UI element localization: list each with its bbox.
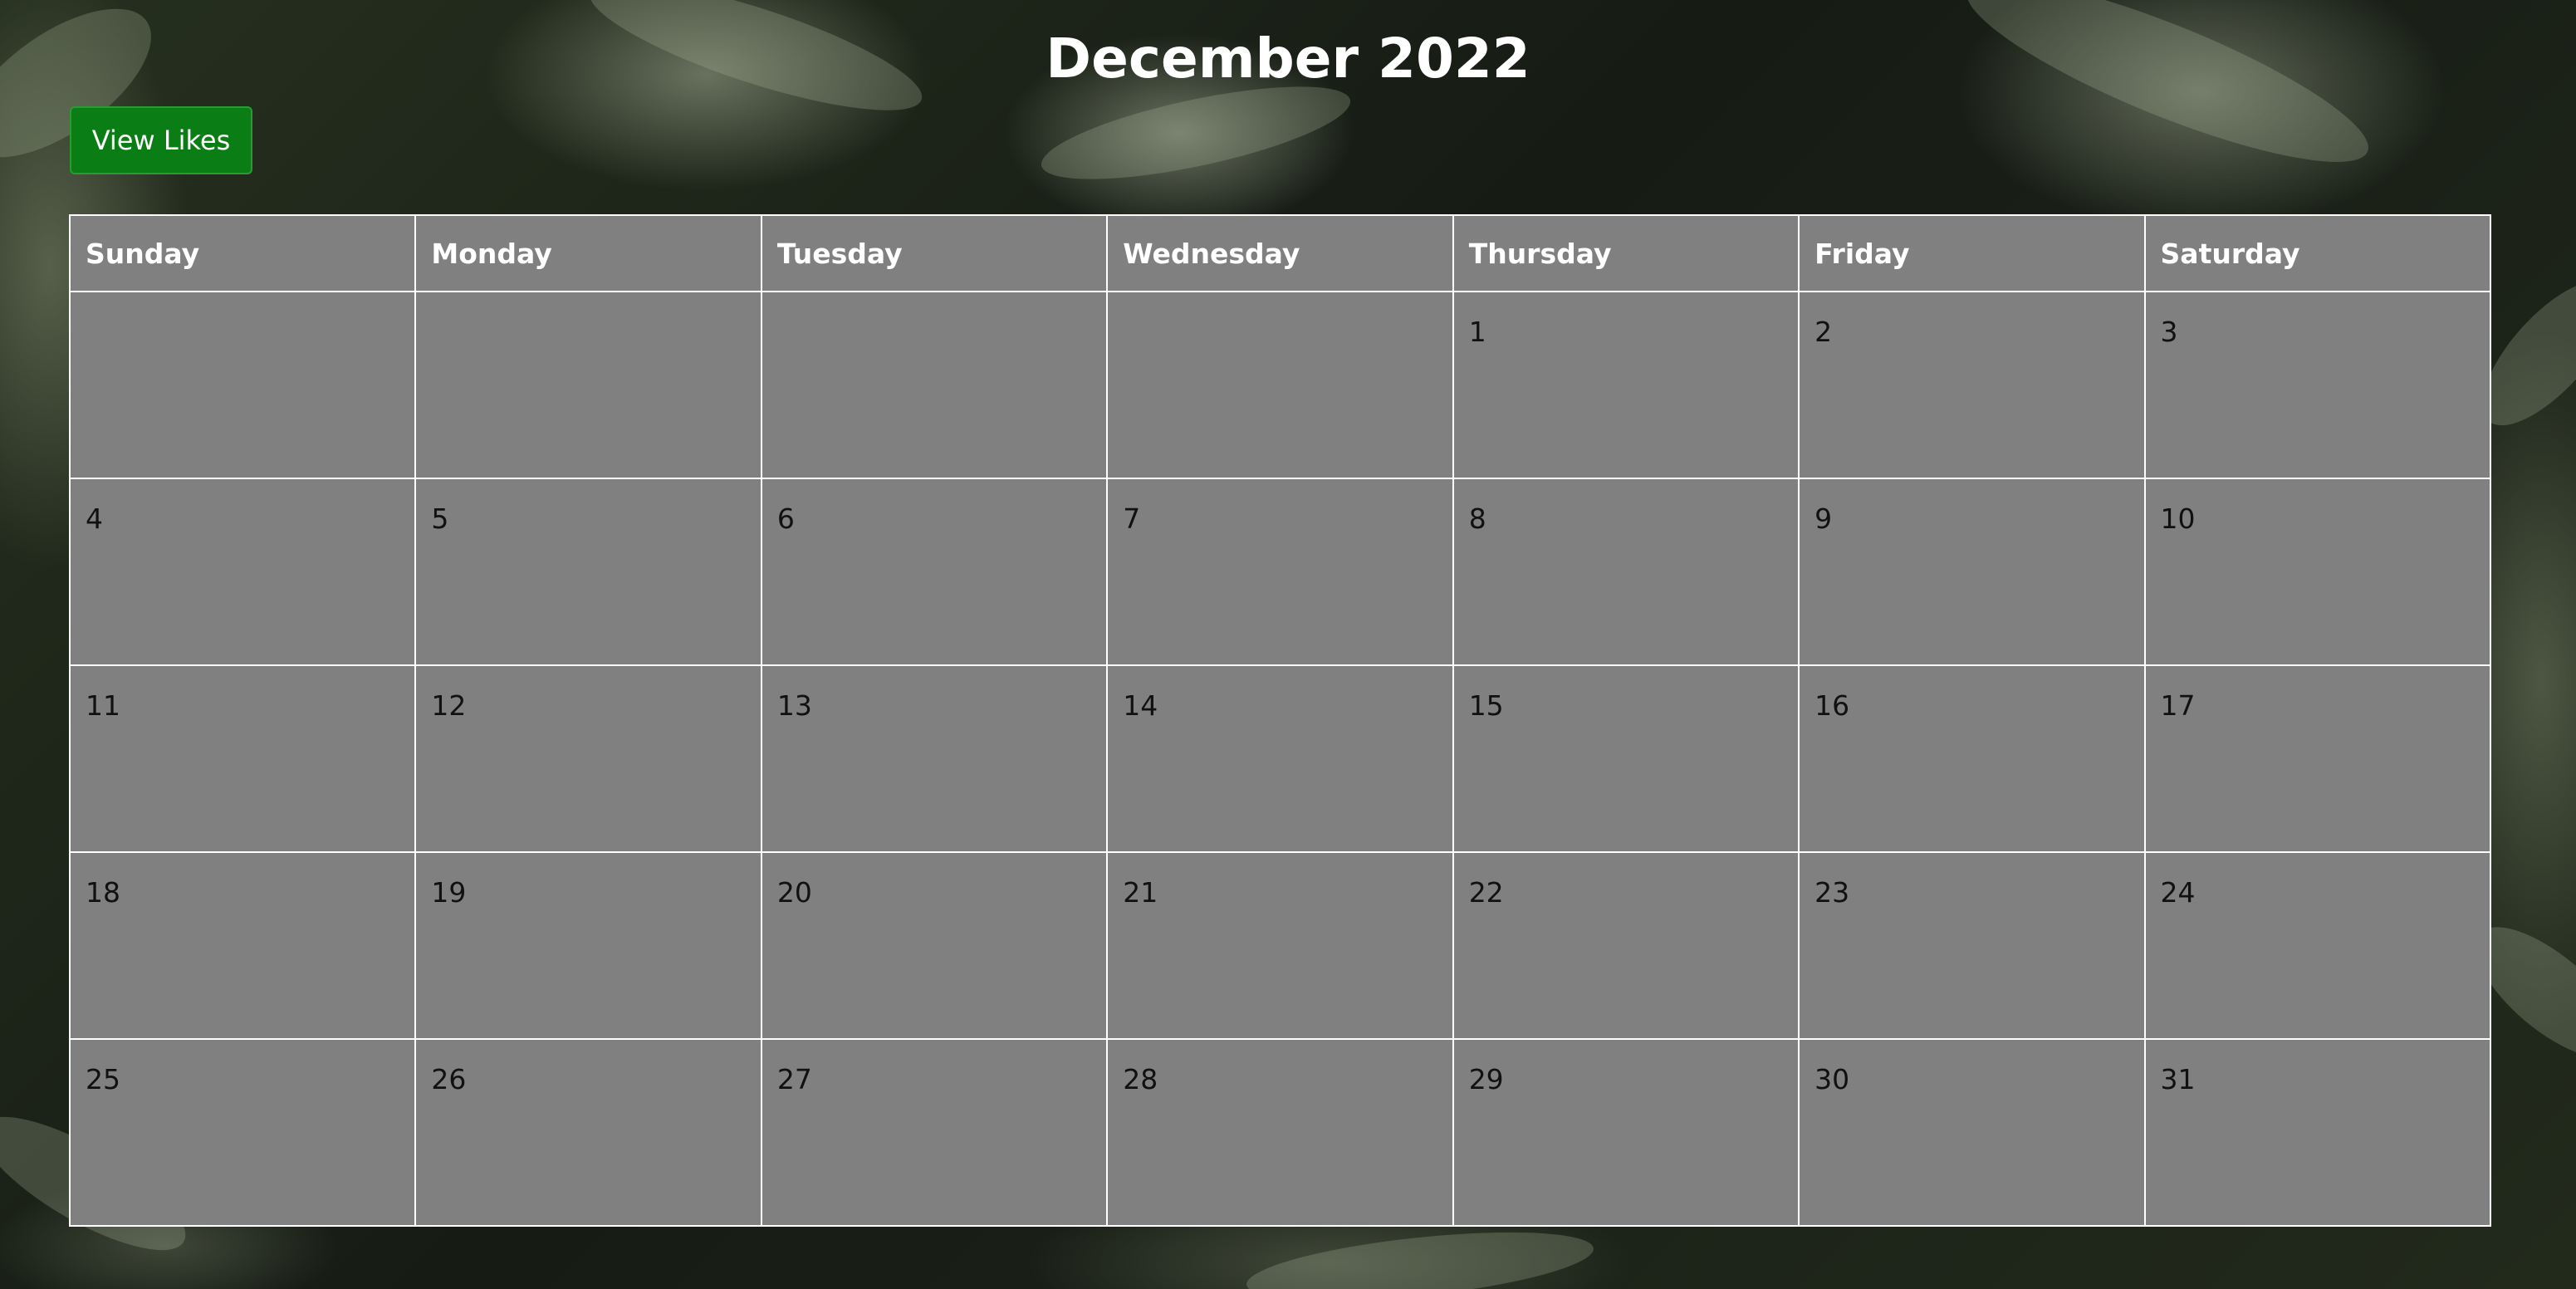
day-cell[interactable]: 12 (414, 664, 762, 853)
day-cell[interactable]: 13 (760, 664, 1109, 853)
day-cell[interactable]: 15 (1452, 664, 1800, 853)
day-cell-empty (414, 291, 762, 479)
month-title: December 2022 (1046, 27, 1530, 91)
day-cell[interactable]: 29 (1452, 1038, 1800, 1227)
weekday-header-tuesday: Tuesday (760, 214, 1109, 292)
day-cell[interactable]: 14 (1106, 664, 1454, 853)
day-cell[interactable]: 25 (68, 1038, 417, 1227)
day-cell[interactable]: 24 (2143, 851, 2492, 1040)
day-cell[interactable]: 20 (760, 851, 1109, 1040)
day-cell[interactable]: 6 (760, 478, 1109, 666)
day-cell[interactable]: 30 (1798, 1038, 2146, 1227)
weekday-header-wednesday: Wednesday (1106, 214, 1454, 292)
weekday-header-monday: Monday (414, 214, 762, 292)
weekday-header-thursday: Thursday (1452, 214, 1800, 292)
week-row: 25 26 27 28 29 30 31 (68, 1038, 2492, 1227)
weekday-header-sunday: Sunday (68, 214, 417, 292)
view-likes-button[interactable]: View Likes (70, 106, 252, 174)
day-cell-empty (1106, 291, 1454, 479)
week-row: 4 5 6 7 8 9 10 (68, 478, 2492, 666)
day-cell[interactable]: 5 (414, 478, 762, 666)
day-cell[interactable]: 1 (1452, 291, 1800, 479)
day-cell[interactable]: 19 (414, 851, 762, 1040)
week-row: 18 19 20 21 22 23 24 (68, 851, 2492, 1040)
weekday-header-saturday: Saturday (2143, 214, 2492, 292)
day-cell[interactable]: 28 (1106, 1038, 1454, 1227)
calendar-grid: Sunday Monday Tuesday Wednesday Thursday… (68, 214, 2492, 1227)
week-row: 11 12 13 14 15 16 17 (68, 664, 2492, 853)
day-cell[interactable]: 23 (1798, 851, 2146, 1040)
day-cell[interactable]: 27 (760, 1038, 1109, 1227)
day-cell[interactable]: 11 (68, 664, 417, 853)
weekday-header-friday: Friday (1798, 214, 2146, 292)
day-cell[interactable]: 9 (1798, 478, 2146, 666)
day-cell[interactable]: 10 (2143, 478, 2492, 666)
day-cell[interactable]: 22 (1452, 851, 1800, 1040)
day-cell[interactable]: 7 (1106, 478, 1454, 666)
day-cell[interactable]: 16 (1798, 664, 2146, 853)
day-cell[interactable]: 21 (1106, 851, 1454, 1040)
day-cell[interactable]: 8 (1452, 478, 1800, 666)
day-cell[interactable]: 17 (2143, 664, 2492, 853)
day-cell[interactable]: 3 (2143, 291, 2492, 479)
day-cell-empty (68, 291, 417, 479)
day-cell[interactable]: 31 (2143, 1038, 2492, 1227)
day-cell-empty (760, 291, 1109, 479)
day-cell[interactable]: 4 (68, 478, 417, 666)
day-cell[interactable]: 18 (68, 851, 417, 1040)
day-cell[interactable]: 26 (414, 1038, 762, 1227)
weekday-header-row: Sunday Monday Tuesday Wednesday Thursday… (68, 214, 2492, 292)
week-row: 1 2 3 (68, 291, 2492, 479)
day-cell[interactable]: 2 (1798, 291, 2146, 479)
fern-leaf-decoration (1243, 1219, 1597, 1289)
